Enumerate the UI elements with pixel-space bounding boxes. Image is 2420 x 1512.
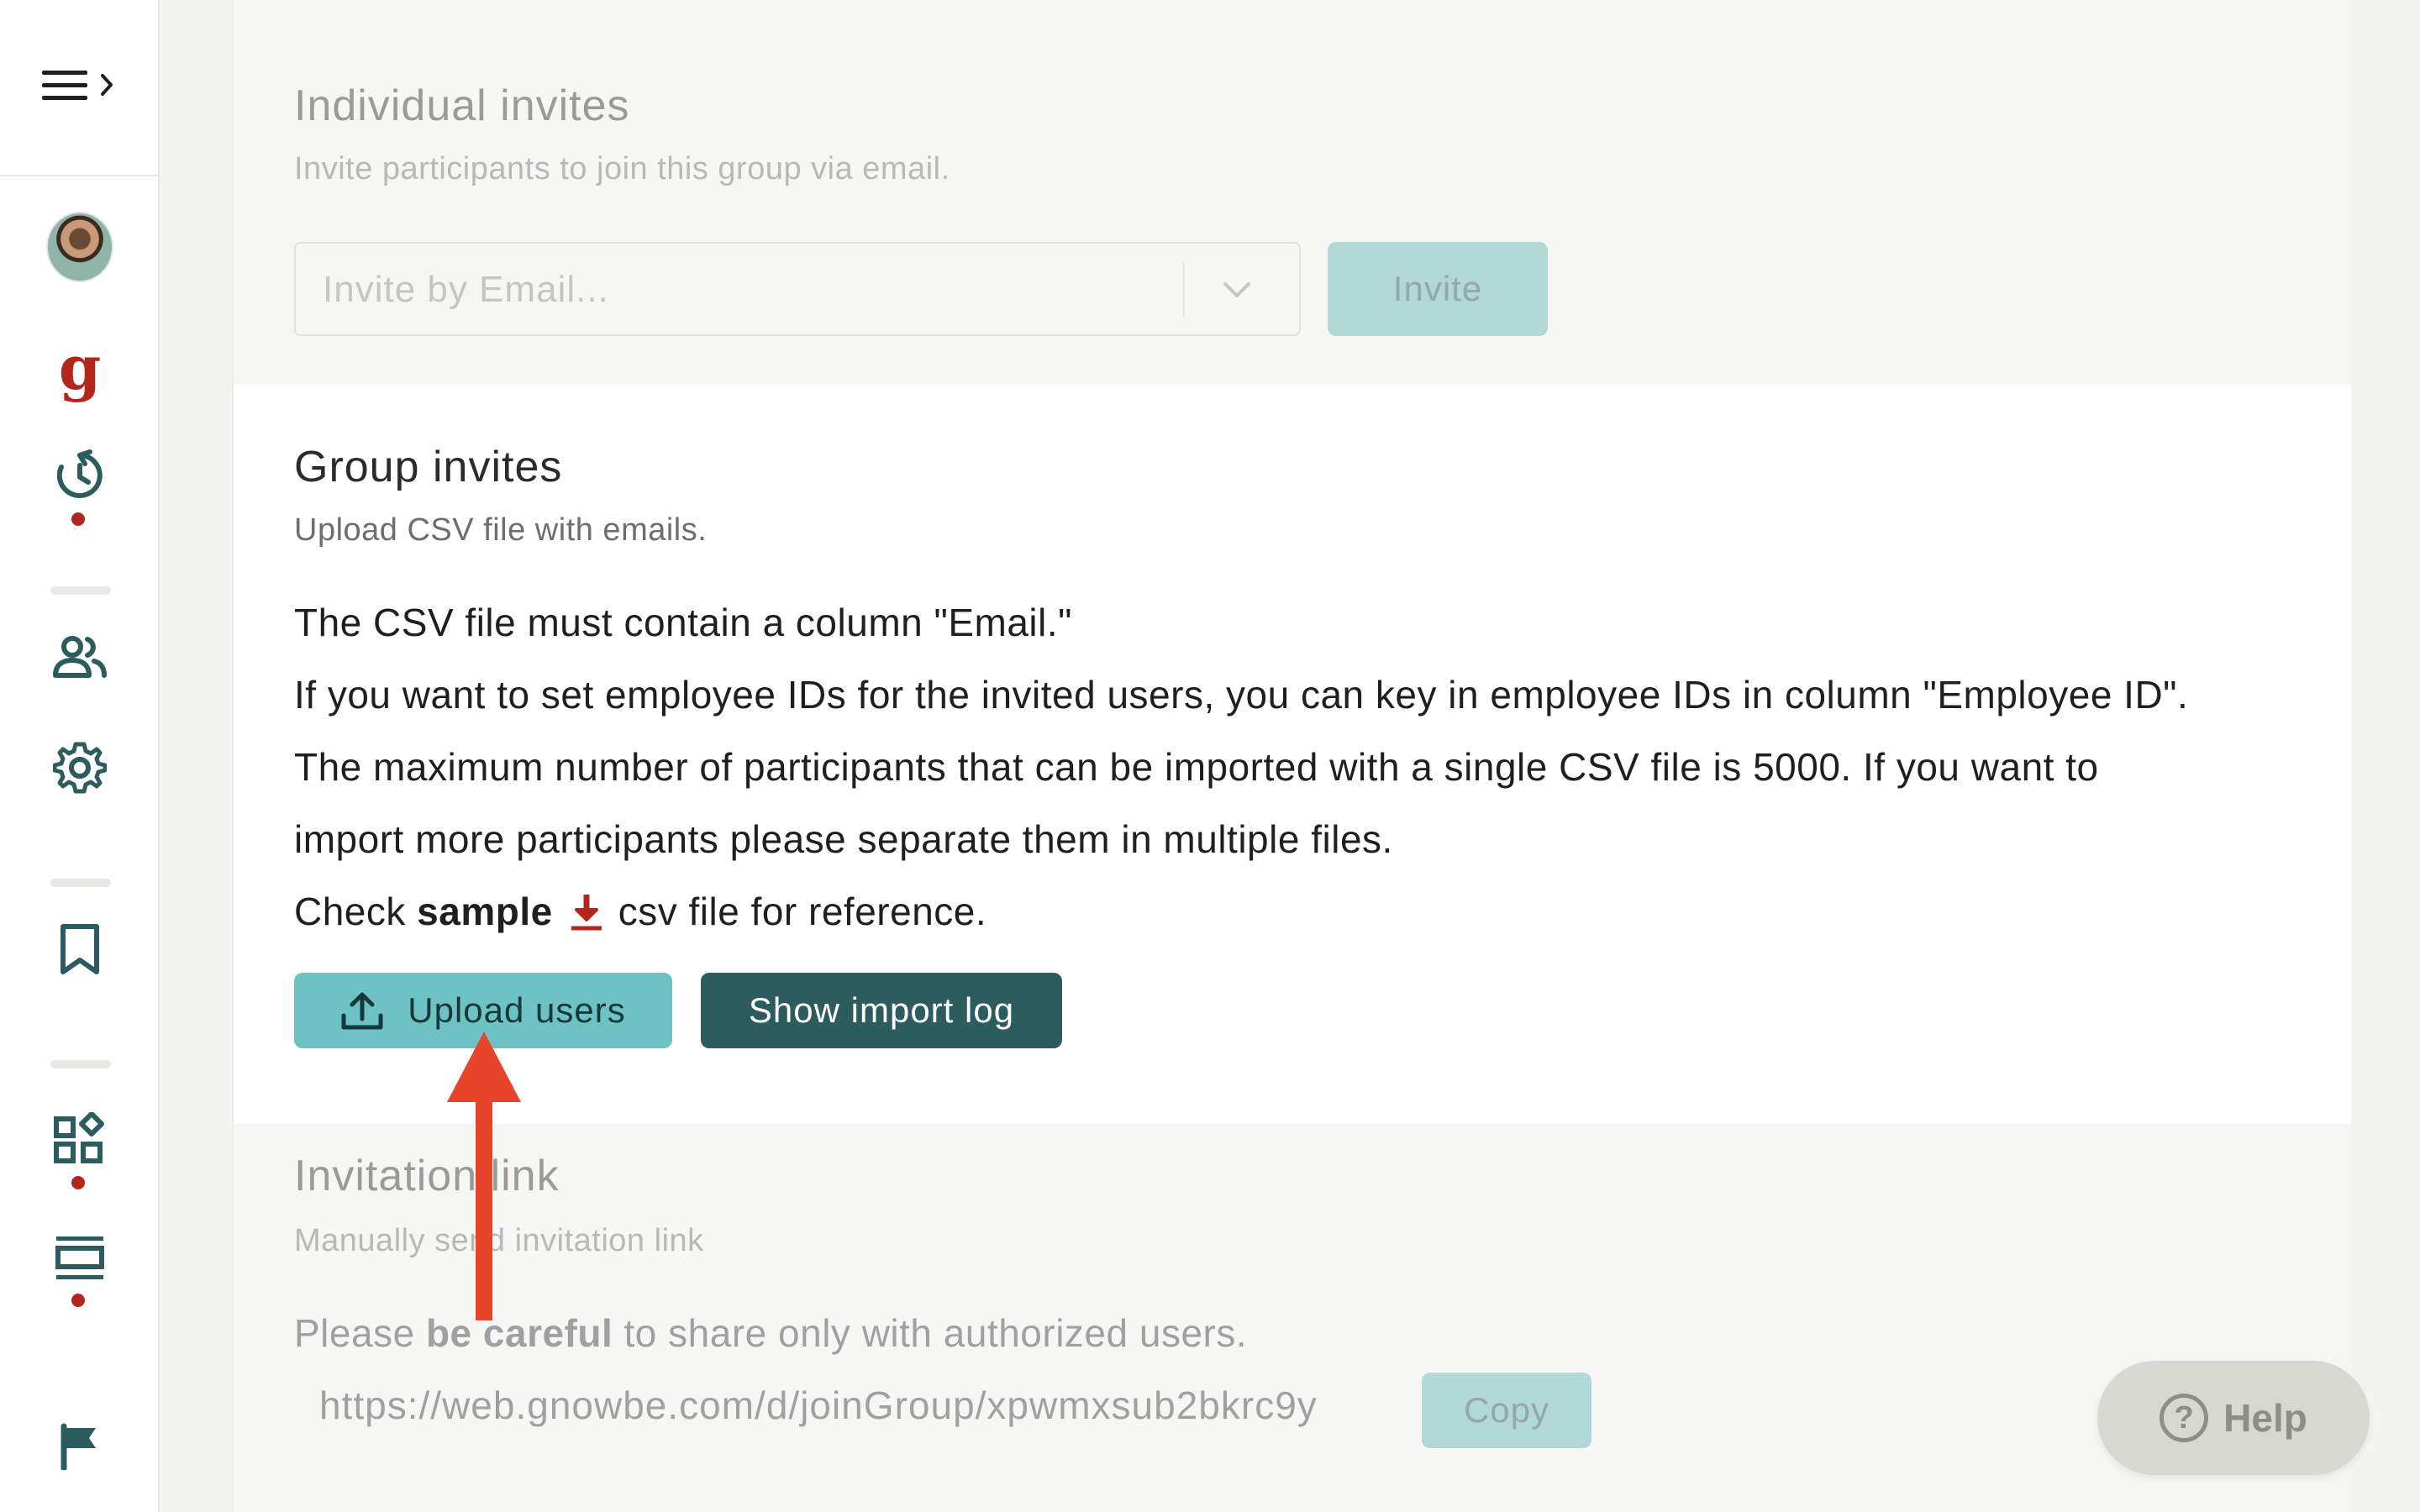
individual-invites-section: Individual invites Invite participants t… — [234, 0, 2351, 385]
group-invites-title: Group invites — [294, 443, 563, 491]
sidebar-item-apps[interactable] — [46, 1105, 113, 1173]
sidebar: g — [0, 0, 160, 1512]
layout-notification-dot — [71, 1294, 85, 1307]
invitation-url: https://web.gnowbe.com/d/joinGroup/xpwmx… — [319, 1383, 1318, 1427]
sample-reference-line: Check sample csv file for reference. — [294, 889, 986, 934]
sidebar-item-settings[interactable] — [46, 734, 113, 801]
sidebar-separator — [50, 1060, 111, 1068]
share-warning-text: Please be careful to share only with aut… — [294, 1310, 1247, 1356]
max-participants-text-cont: import more participants please separate… — [294, 817, 1393, 861]
menu-toggle-button[interactable] — [40, 67, 121, 104]
warning-suffix: to share only with authorized users. — [623, 1311, 1248, 1355]
sidebar-divider — [0, 175, 160, 176]
sidebar-separator — [50, 586, 111, 595]
bookmark-icon — [60, 924, 99, 974]
sidebar-item-flag[interactable] — [46, 1413, 113, 1480]
invite-email-input[interactable]: Invite by Email... — [294, 242, 1301, 336]
invitation-link-section: Invitation link Manually send invitation… — [234, 1124, 2351, 1512]
csv-requirement-text: The CSV file must contain a column "Emai… — [294, 601, 1072, 644]
warning-prefix: Please — [294, 1311, 415, 1355]
history-icon — [56, 449, 103, 498]
sidebar-item-home[interactable]: g — [46, 334, 113, 402]
layout-icon — [55, 1236, 104, 1279]
help-label: Help — [2223, 1396, 2307, 1440]
sidebar-item-history[interactable] — [46, 442, 113, 509]
copy-link-button[interactable]: Copy — [1422, 1373, 1591, 1448]
flag-icon — [60, 1423, 96, 1470]
sidebar-item-profile[interactable] — [46, 212, 113, 282]
individual-invites-title: Individual invites — [294, 81, 630, 130]
select-separator — [1183, 262, 1185, 318]
download-icon[interactable] — [568, 891, 605, 933]
upload-users-label: Upload users — [408, 990, 626, 1030]
invite-email-placeholder: Invite by Email... — [323, 269, 609, 310]
sidebar-item-users[interactable] — [46, 623, 113, 690]
group-invites-subtitle: Upload CSV file with emails. — [294, 512, 708, 548]
chevron-down-icon[interactable] — [1212, 269, 1262, 312]
users-icon — [53, 636, 107, 678]
sample-csv-link[interactable]: sample — [417, 890, 553, 933]
gear-icon — [53, 742, 107, 794]
sample-suffix: csv file for reference. — [618, 890, 987, 933]
annotation-arrow — [447, 1032, 521, 1320]
sidebar-separator — [50, 879, 111, 887]
menu-expand-icon — [42, 71, 113, 100]
apps-notification-dot — [71, 1176, 85, 1189]
help-button[interactable]: ? Help — [2097, 1361, 2370, 1475]
invite-button[interactable]: Invite — [1328, 242, 1548, 336]
upload-icon — [341, 992, 383, 1030]
sample-prefix: Check — [294, 890, 406, 933]
history-notification-dot — [71, 512, 85, 526]
show-import-log-button[interactable]: Show import log — [701, 973, 1062, 1048]
user-avatar — [46, 212, 113, 282]
sidebar-item-bookmarks[interactable] — [46, 916, 113, 983]
group-invites-section: Group invites Upload CSV file with email… — [234, 385, 2351, 1124]
invite-panel: Individual invites Invite participants t… — [232, 0, 2351, 1512]
employee-id-text: If you want to set employee IDs for the … — [294, 673, 2189, 717]
individual-invites-subtitle: Invite participants to join this group v… — [294, 151, 950, 186]
max-participants-text: The maximum number of participants that … — [294, 745, 2099, 789]
gnowbe-logo-icon: g — [58, 332, 102, 403]
question-icon: ? — [2160, 1394, 2209, 1442]
sidebar-item-layout[interactable] — [46, 1225, 113, 1292]
apps-icon — [54, 1112, 104, 1163]
